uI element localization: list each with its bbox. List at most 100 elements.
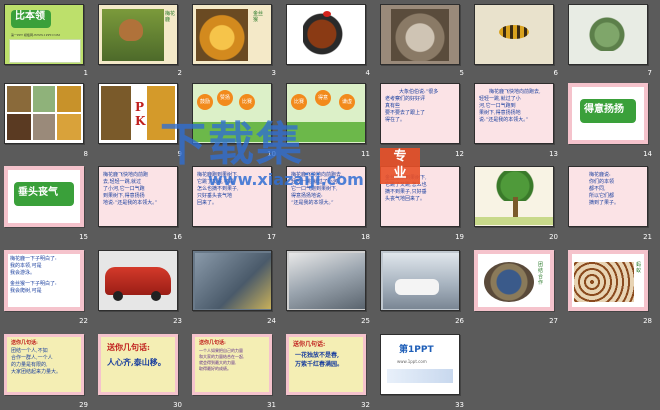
slide-line: 取得最好的成绩。 — [199, 366, 231, 371]
slide-number: 28 — [643, 317, 652, 325]
slide-number: 5 — [459, 69, 464, 77]
slide-thumbnail[interactable]: 梅花鹿飞快地向前跑去, 轻轻一跳,就过了小 河,它一口气跑到 果树下,得意扬扬地… — [474, 83, 554, 144]
slide-thumbnail[interactable]: 得意扬扬 — [568, 83, 648, 144]
slide-line: 摘不到果子,只好垂 — [385, 189, 427, 195]
slide-line: 要不要去了跟上了 — [385, 110, 426, 116]
slide-number: 26 — [455, 317, 464, 325]
slide-line: 一个人如果把自己的力量 — [199, 348, 243, 353]
watermark-badge: 专 业 — [380, 148, 420, 184]
slide-title: 得意扬扬 — [584, 104, 624, 115]
slide-number: 33 — [455, 401, 464, 409]
word-ball: 谦虚 — [339, 94, 355, 110]
slide-line: 只好垂头丧气地 — [197, 193, 233, 199]
slide-number: 18 — [361, 233, 370, 241]
ppt-logo: 第1PPT — [399, 345, 434, 355]
slide-line: 头丧气地回来了。 — [385, 196, 426, 202]
deer-photo — [101, 86, 131, 140]
slide-number: 2 — [177, 69, 182, 77]
slide-thumbnail[interactable]: 梅花鹿说: 你们的本领 都不同, 所以它们都 摘到了果子。 — [568, 166, 648, 227]
ants-photo — [574, 262, 634, 302]
slide-thumbnail[interactable] — [286, 4, 366, 65]
slide-thumbnail[interactable] — [568, 4, 648, 65]
slide-line: 的力量是有限的, — [11, 362, 48, 368]
slide-line: 地说:“还是我的本领大。” — [103, 200, 158, 206]
slide-thumbnail[interactable]: 梅花鹿 — [98, 4, 178, 65]
slide-thumbnail[interactable]: 蚂蚁 — [568, 250, 648, 311]
slide-line: 到果树下,得意扬扬 — [103, 193, 145, 199]
bee-photo — [499, 25, 529, 39]
slide-line: 梅花鹿飞快地向前跑 — [103, 172, 149, 178]
slide-thumbnail[interactable]: 第1PPT www.1ppt.com — [380, 334, 460, 395]
slide-number: 31 — [267, 401, 276, 409]
slide-line: 河,它一口气跑到 — [479, 103, 516, 109]
slide-number: 6 — [553, 69, 558, 77]
slide-line: 你们的本领 — [589, 179, 615, 185]
slide-line: 梅花鹿飞快地向前跑去, — [489, 89, 541, 95]
slide-thumbnail[interactable]: 梅花鹿飞快地向前跑 去,轻轻一跳,就过 了小河,它一口气跑 到果树下,得意扬扬 … — [98, 166, 178, 227]
slide-line: 我会爬树,可是 — [10, 288, 42, 294]
slide-thumbnail[interactable] — [474, 4, 554, 65]
slide-number: 19 — [455, 233, 464, 241]
slide-thumbnail[interactable]: 比本领 第一PPT 模板网-WWW.1PPT.COM — [4, 4, 84, 65]
word-ball: 得意 — [315, 90, 331, 106]
slide-line: 摘到了果子。 — [589, 200, 620, 206]
watermark-badge-line: 业 — [393, 166, 407, 181]
watermark-text: 下载集 — [160, 117, 304, 171]
word-ball: 赞扬 — [217, 90, 233, 106]
slide-thumbnail[interactable]: 送你几句话: 一花独放不是春, 万紫千红春满园。 — [286, 334, 366, 395]
slide-number: 1 — [83, 69, 88, 77]
slide-thumbnail[interactable]: 垂头丧气 — [4, 166, 84, 227]
slide-line: 梅花鹿说: — [589, 172, 611, 178]
slide-line: 大家团结起来力量大。 — [11, 369, 62, 375]
slide-thumbnail[interactable] — [192, 250, 272, 311]
slide-thumbnail[interactable]: 梅花鹿一下子明白了: 我的本领,可是 我会游泳。 金丝猴一下子明白了: 我会爬树… — [4, 250, 84, 311]
slide-number: 4 — [365, 69, 370, 77]
slide-number: 8 — [83, 150, 88, 158]
slide-line: “还是我的本领大。” — [291, 200, 334, 206]
rooster-photo — [303, 11, 345, 57]
slide-line: 果树下,得意扬扬地 — [479, 110, 521, 116]
monkey-photo — [196, 9, 248, 61]
slide-line: 和大家的力量结合在一起, — [199, 354, 245, 359]
slide-thumbnail[interactable] — [286, 250, 366, 311]
slide-title: 送你几句话: — [107, 342, 150, 352]
slide-number: 15 — [79, 233, 88, 241]
slide-caption: 团结合作 — [538, 262, 544, 286]
slide-number: 32 — [361, 401, 370, 409]
slide-thumbnail[interactable] — [380, 250, 460, 311]
slide-line: 万紫千红春满园。 — [295, 361, 344, 368]
factory-photo — [195, 253, 271, 309]
slide-thumbnail[interactable]: 大象伯伯说:“很多 老考察们的好好评 真有些 要不要去了跟上了 得在了。 — [380, 83, 460, 144]
slide-number: 23 — [173, 317, 182, 325]
slide-line: 就会得到最大的力量, — [199, 360, 237, 365]
slide-thumbnail[interactable]: 团结合作 — [474, 250, 554, 311]
slide-thumbnail[interactable]: 送你几句话: 团结一个人,不如 合作一群人,一个人 的力量是有限的, 大家团结起… — [4, 334, 84, 395]
slide-number: 14 — [643, 150, 652, 158]
slide-thumbnail[interactable] — [98, 250, 178, 311]
slide-thumbnail[interactable]: 送你几句话: 人心齐,泰山移。 — [98, 334, 178, 395]
slide-subtitle: 第一PPT 模板网-WWW.1PPT.COM — [11, 33, 60, 37]
slide-thumbnail[interactable] — [4, 83, 84, 144]
deer-photo — [7, 86, 31, 112]
pk-label: PK — [135, 100, 146, 128]
slide-number: 13 — [549, 150, 558, 158]
slide-number: 16 — [173, 233, 182, 241]
slide-number: 22 — [79, 317, 88, 325]
slide-line: 我的本领,可是 — [10, 263, 42, 269]
slide-line: 说:“还是我的本领大。” — [479, 117, 529, 123]
monkey-photo — [57, 114, 81, 140]
slide-thumbnail[interactable]: 金丝猴 — [192, 4, 272, 65]
slide-line: 所以它们都 — [589, 193, 615, 199]
slide-thumbnail[interactable]: 送你几句话: 一个人如果把自己的力量 和大家的力量结合在一起, 就会得到最大的力… — [192, 334, 272, 395]
frog-photo — [587, 15, 627, 51]
slide-line: 去,轻轻一跳,就过 — [103, 179, 142, 185]
slide-number: 25 — [361, 317, 370, 325]
slide-line: 人心齐,泰山移。 — [107, 357, 166, 367]
slide-title: 垂头丧气 — [18, 187, 58, 198]
slide-thumbnail[interactable] — [474, 166, 554, 227]
slide-line: 团结一个人,不如 — [11, 348, 48, 354]
slide-number: 29 — [79, 401, 88, 409]
slide-thumbnail[interactable] — [380, 4, 460, 65]
slide-line: 大象伯伯说:“很多 — [399, 89, 439, 95]
slide-title: 比本领 — [15, 11, 45, 22]
